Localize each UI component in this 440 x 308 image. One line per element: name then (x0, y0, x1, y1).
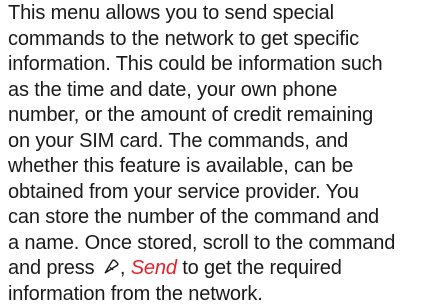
paragraph-line: obtained from your service provider. You (8, 180, 359, 203)
right-softkey-icon (101, 258, 120, 277)
paragraph-line: on your SIM card. The commands, and (8, 129, 349, 152)
paragraph-line: information. This could be information s… (8, 53, 383, 75)
paragraph-line: commands to the network to get specific (8, 27, 359, 50)
line-suffix: to get the required (176, 257, 342, 279)
paragraph-line-softkey: and press , Send to get the required (8, 256, 438, 282)
paragraph-line: can store the number of the command and (8, 206, 380, 228)
paragraph-line: information from the network. (8, 282, 263, 305)
paragraph-line: as the time and date, your own phone (8, 78, 338, 101)
paragraph-line: number, or the amount of credit remainin… (8, 104, 374, 126)
paragraph-line: whether this feature is available, can b… (8, 155, 354, 177)
send-softkey-label: Send (130, 257, 177, 279)
manual-paragraph: This menu allows you to send special com… (8, 1, 438, 307)
line-prefix: and press (8, 257, 100, 279)
paragraph-line: This menu allows you to send special (8, 2, 334, 24)
line-separator: , (119, 257, 131, 279)
paragraph-line: a name. Once stored, scroll to the comma… (8, 231, 396, 254)
